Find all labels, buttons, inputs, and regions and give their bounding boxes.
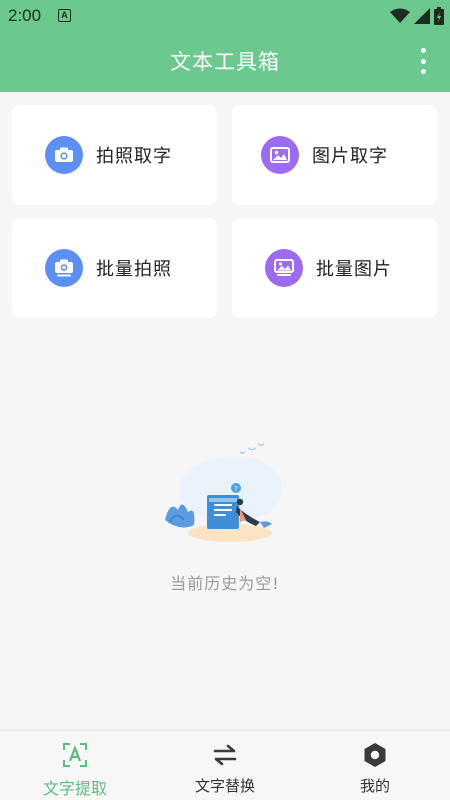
status-time: 2:00	[8, 6, 42, 25]
batch-photo-card[interactable]: 批量拍照	[12, 218, 217, 318]
hexagon-icon	[362, 741, 388, 769]
more-dot-icon	[420, 69, 426, 74]
nav-label: 我的	[359, 777, 390, 795]
image-ocr-card[interactable]: 图片取字	[232, 105, 437, 205]
bottom-nav: 文字提取 文字替换 我的	[0, 730, 450, 800]
status-bar: 2:00 A	[0, 0, 450, 32]
card-label: 拍照取字	[96, 146, 172, 167]
photo-ocr-card[interactable]: 拍照取字	[12, 105, 217, 205]
nav-label: 文字替换	[194, 777, 255, 795]
card-label: 批量图片	[316, 259, 392, 280]
status-icons	[390, 7, 444, 25]
empty-history-illustration: ?	[165, 443, 282, 542]
more-options-button[interactable]	[418, 48, 428, 74]
app-header: 2:00 A 文本工具箱	[0, 0, 450, 92]
page-title: 文本工具箱	[170, 50, 280, 74]
batch-image-card[interactable]: 批量图片	[232, 218, 437, 318]
nav-label: 文字提取	[42, 779, 107, 798]
nav-item-text-replace[interactable]: 文字替换	[150, 731, 300, 800]
image-stack-icon	[265, 249, 303, 287]
camera-icon	[45, 136, 83, 174]
empty-history-message: 当前历史为空!	[170, 574, 280, 593]
more-dot-icon	[420, 48, 426, 53]
signal-icon	[414, 8, 430, 24]
svg-text:?: ?	[234, 485, 238, 493]
nav-item-text-extract[interactable]: 文字提取	[0, 731, 150, 800]
wifi-icon	[390, 8, 410, 23]
battery-icon	[434, 7, 444, 25]
swap-arrows-icon	[212, 741, 238, 769]
nav-item-mine[interactable]: 我的	[300, 731, 450, 800]
card-label: 批量拍照	[96, 259, 172, 280]
notification-a-icon: A	[58, 9, 71, 22]
camera-stack-icon	[45, 249, 83, 287]
more-dot-icon	[420, 58, 426, 64]
card-label: 图片取字	[312, 146, 388, 167]
text-scan-icon	[62, 741, 88, 769]
image-icon	[261, 136, 299, 174]
